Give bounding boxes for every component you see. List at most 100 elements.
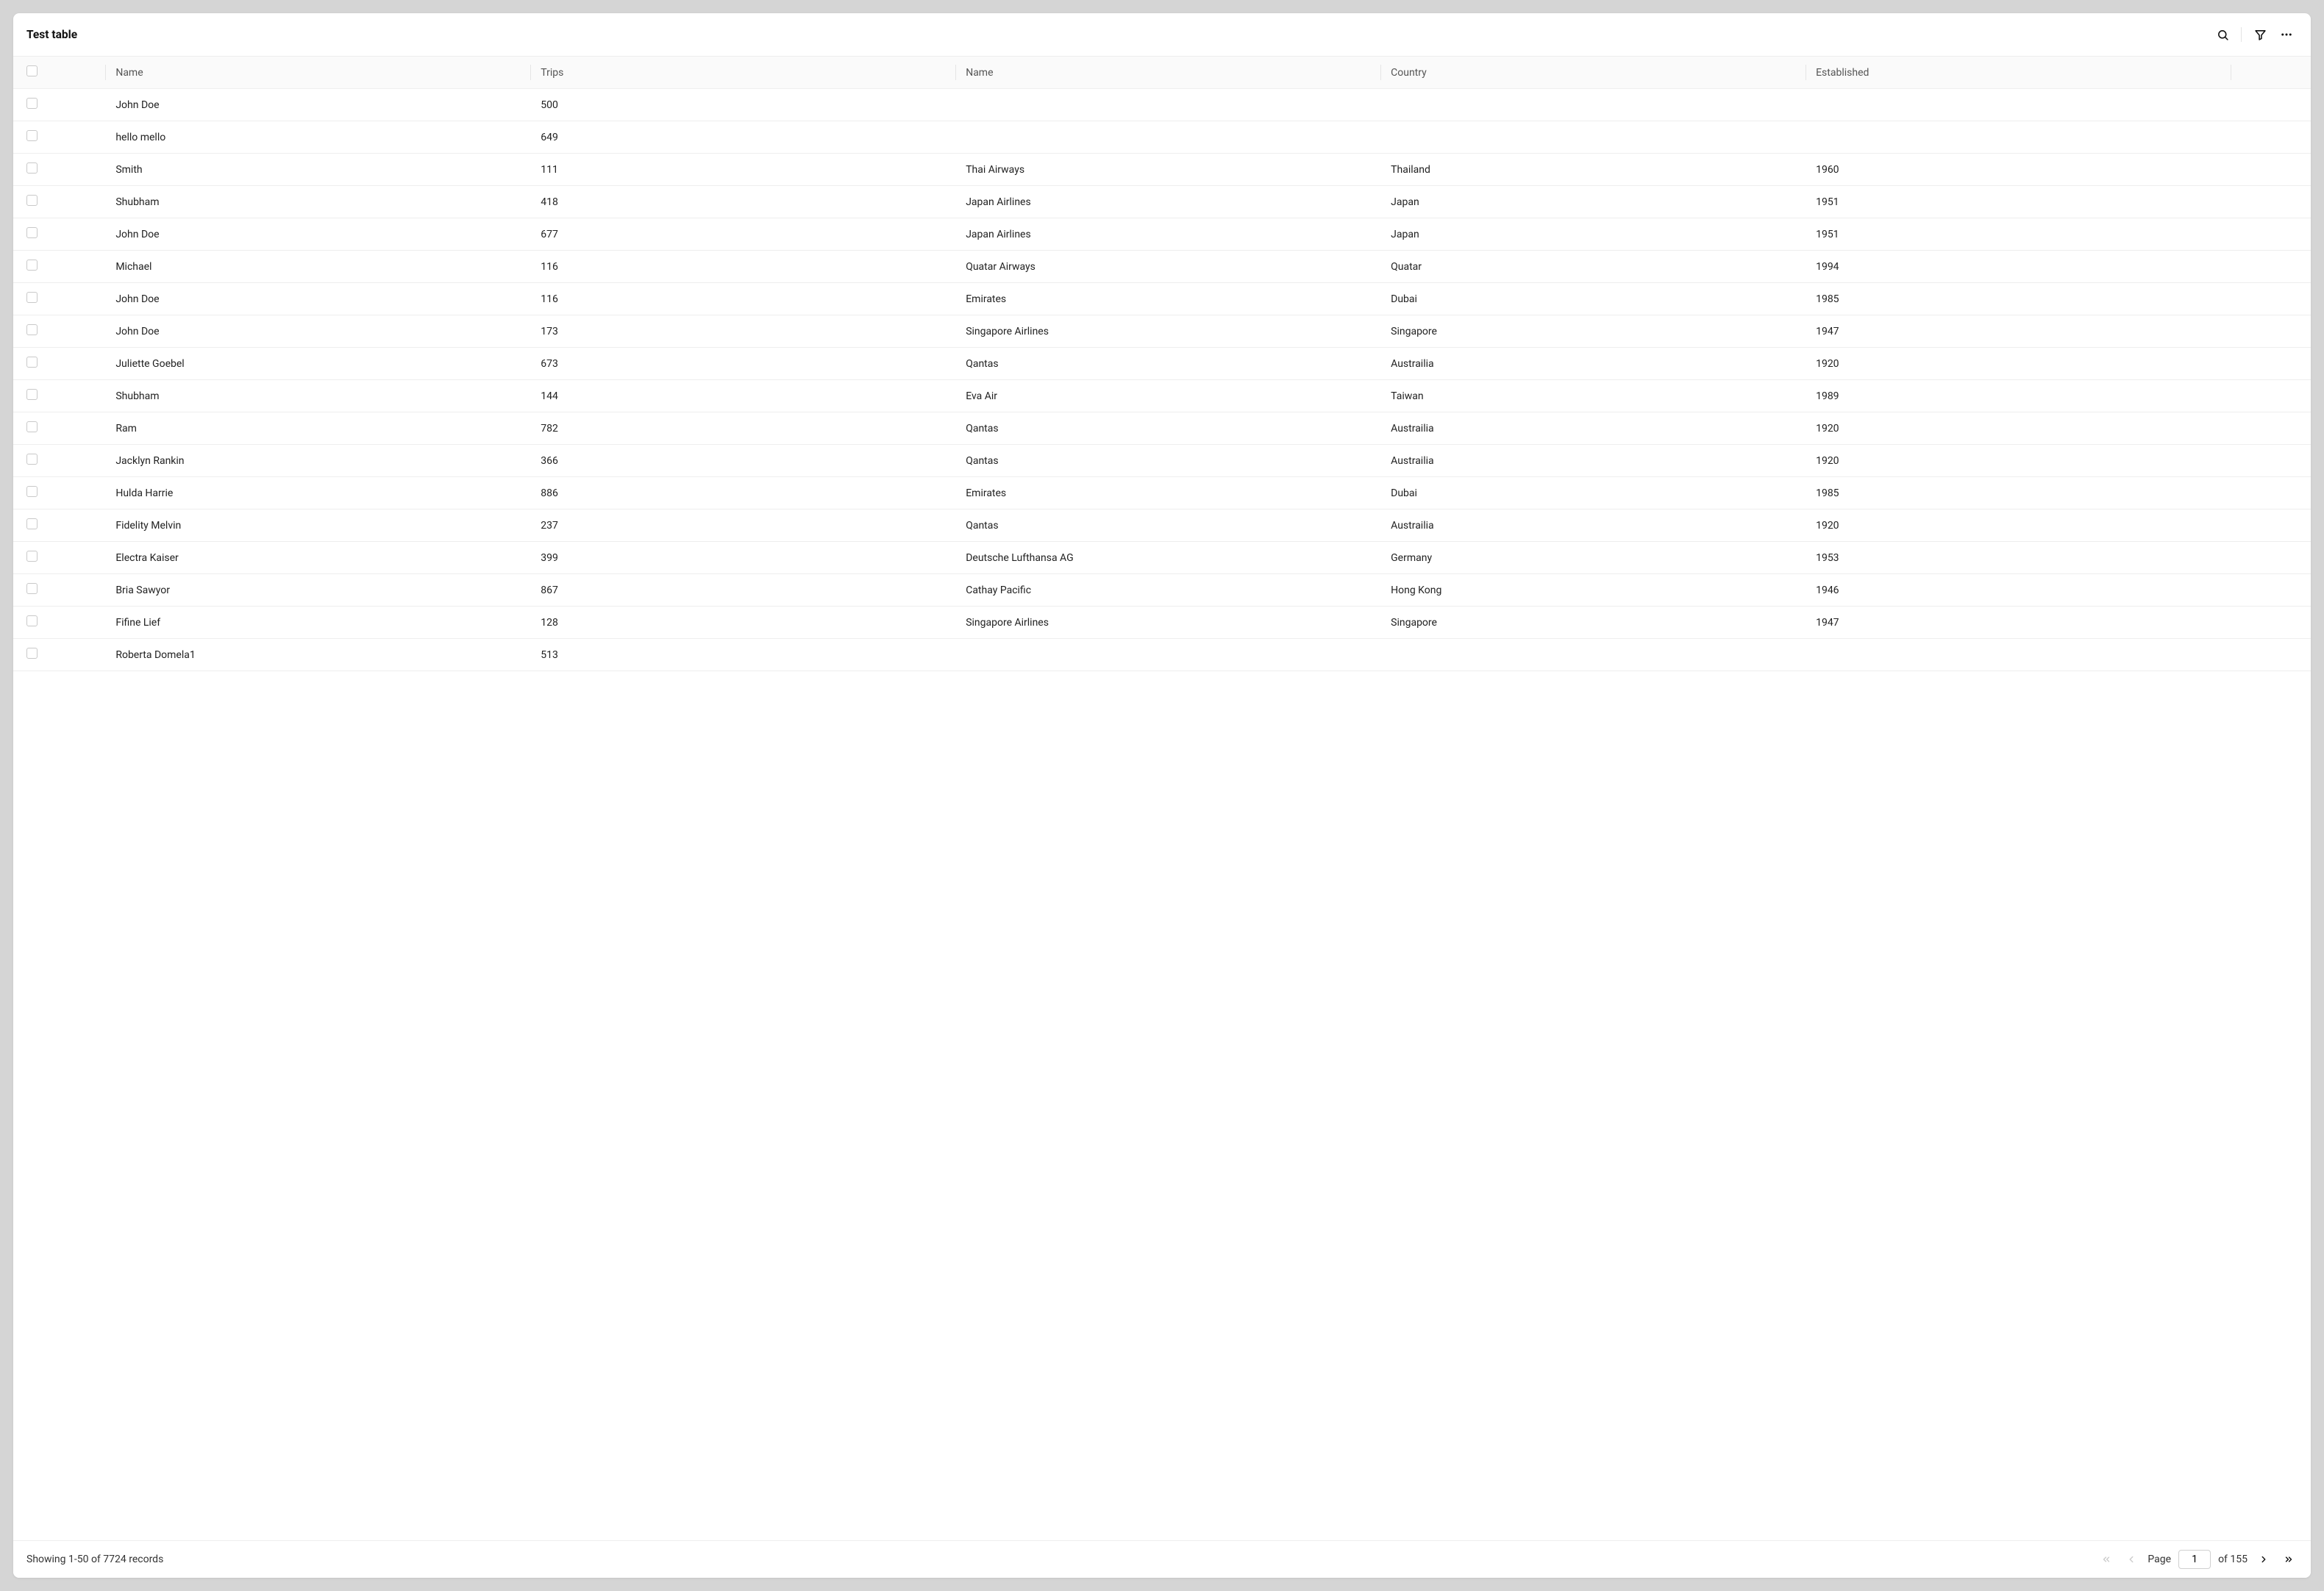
cell-established: 1920 [1806,510,2231,542]
cell-actions [2231,283,2311,315]
table-row[interactable]: Shubham418Japan AirlinesJapan1951 [13,186,2311,218]
cell-established: 1920 [1806,348,2231,380]
select-all-checkbox[interactable] [26,65,38,76]
row-checkbox[interactable] [26,195,38,206]
row-checkbox[interactable] [26,518,38,529]
cell-country: Austrailia [1380,412,1806,445]
cell-country: Germany [1380,542,1806,574]
chevrons-left-icon [2101,1554,2111,1565]
table-row[interactable]: Michael116Quatar AirwaysQuatar1994 [13,251,2311,283]
cell-name1: John Doe [105,283,530,315]
cell-country: Dubai [1380,477,1806,510]
cell-actions [2231,315,2311,348]
column-header-name1[interactable]: Name [105,57,530,89]
table-row[interactable]: Fidelity Melvin237QantasAustrailia1920 [13,510,2311,542]
prev-page-button[interactable] [2122,1551,2140,1568]
row-checkbox[interactable] [26,389,38,400]
row-checkbox[interactable] [26,615,38,626]
chevron-right-icon [2259,1554,2269,1565]
row-checkbox[interactable] [26,227,38,238]
table-row[interactable]: Hulda Harrie886EmiratesDubai1985 [13,477,2311,510]
next-page-button[interactable] [2255,1551,2273,1568]
row-checkbox[interactable] [26,162,38,174]
row-select-cell [13,283,105,315]
filter-button[interactable] [2249,24,2271,46]
row-checkbox[interactable] [26,260,38,271]
table-row[interactable]: Bria Sawyor867Cathay PacificHong Kong194… [13,574,2311,607]
cell-name1: Michael [105,251,530,283]
more-horizontal-icon [2280,28,2293,41]
table-row[interactable]: John Doe116EmiratesDubai1985 [13,283,2311,315]
more-button[interactable] [2275,24,2298,46]
cell-actions [2231,186,2311,218]
table-row[interactable]: Shubham144Eva AirTaiwan1989 [13,380,2311,412]
table-row[interactable]: hello mello649 [13,121,2311,154]
row-checkbox[interactable] [26,648,38,659]
card-title: Test table [26,28,77,41]
cell-trips: 782 [530,412,955,445]
cell-name2: Thai Airways [955,154,1380,186]
cell-trips: 513 [530,639,955,671]
cell-name2: Qantas [955,348,1380,380]
cell-name1: Smith [105,154,530,186]
row-checkbox[interactable] [26,486,38,497]
row-select-cell [13,445,105,477]
cell-actions [2231,574,2311,607]
cell-established: 1920 [1806,445,2231,477]
table-row[interactable]: Juliette Goebel673QantasAustrailia1920 [13,348,2311,380]
page-input[interactable] [2178,1550,2211,1569]
row-select-cell [13,89,105,121]
cell-country: Thailand [1380,154,1806,186]
row-checkbox[interactable] [26,292,38,303]
cell-established [1806,639,2231,671]
row-checkbox[interactable] [26,98,38,109]
column-header-established[interactable]: Established [1806,57,2231,89]
cell-trips: 111 [530,154,955,186]
table-row[interactable]: John Doe677Japan AirlinesJapan1951 [13,218,2311,251]
cell-name2: Japan Airlines [955,186,1380,218]
cell-name1: Hulda Harrie [105,477,530,510]
row-select-cell [13,542,105,574]
cell-actions [2231,89,2311,121]
cell-actions [2231,510,2311,542]
cell-name2: Qantas [955,510,1380,542]
search-button[interactable] [2211,24,2234,46]
cell-established: 1953 [1806,542,2231,574]
table-row[interactable]: Jacklyn Rankin366QantasAustrailia1920 [13,445,2311,477]
cell-actions [2231,251,2311,283]
row-checkbox[interactable] [26,324,38,335]
table-row[interactable]: Fifine Lief128Singapore AirlinesSingapor… [13,607,2311,639]
row-select-cell [13,154,105,186]
row-checkbox[interactable] [26,357,38,368]
table-row[interactable]: Ram782QantasAustrailia1920 [13,412,2311,445]
cell-name1: Jacklyn Rankin [105,445,530,477]
last-page-button[interactable] [2280,1551,2298,1568]
cell-actions [2231,639,2311,671]
cell-country [1380,639,1806,671]
cell-name1: Shubham [105,380,530,412]
cell-name2: Emirates [955,477,1380,510]
cell-name1: Electra Kaiser [105,542,530,574]
row-checkbox[interactable] [26,421,38,432]
cell-actions [2231,445,2311,477]
row-select-cell [13,477,105,510]
table-container: Name Trips Name Country Established John… [13,56,2311,1540]
row-checkbox[interactable] [26,130,38,141]
column-header-name2[interactable]: Name [955,57,1380,89]
table-row[interactable]: Roberta Domela1513 [13,639,2311,671]
table-row[interactable]: John Doe500 [13,89,2311,121]
card-footer: Showing 1-50 of 7724 records Page of 155 [13,1540,2311,1578]
filter-icon [2254,29,2267,41]
row-checkbox[interactable] [26,551,38,562]
row-checkbox[interactable] [26,583,38,594]
first-page-button[interactable] [2097,1551,2115,1568]
row-checkbox[interactable] [26,454,38,465]
table-row[interactable]: Electra Kaiser399Deutsche Lufthansa AGGe… [13,542,2311,574]
column-header-trips[interactable]: Trips [530,57,955,89]
cell-trips: 116 [530,283,955,315]
page-label: Page [2147,1554,2171,1565]
table-row[interactable]: Smith111Thai AirwaysThailand1960 [13,154,2311,186]
column-header-country[interactable]: Country [1380,57,1806,89]
table-row[interactable]: John Doe173Singapore AirlinesSingapore19… [13,315,2311,348]
cell-name2 [955,639,1380,671]
